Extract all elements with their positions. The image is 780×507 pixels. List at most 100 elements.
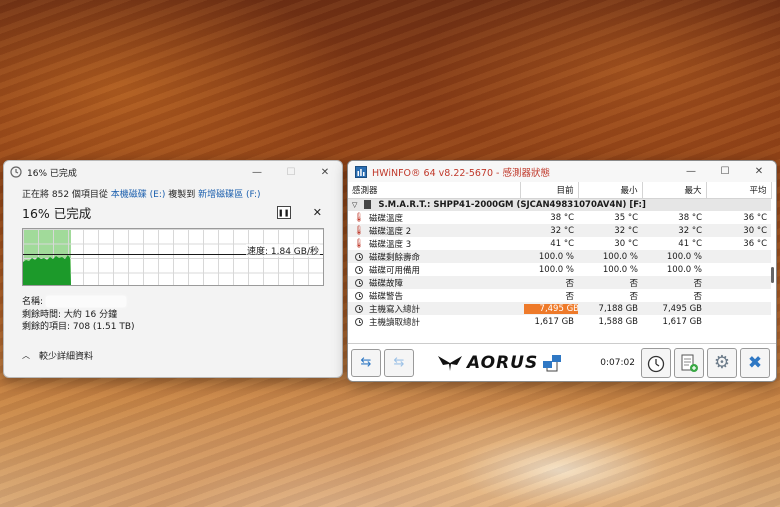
- sensor-name: 主機寫入總計: [369, 304, 421, 315]
- sensor-name: 磁碟溫度 3: [369, 239, 412, 250]
- table-row[interactable]: 🌡 磁碟溫度 38 °C 35 °C 38 °C 36 °C: [348, 211, 771, 224]
- expand-arrows-button[interactable]: ⇆: [351, 348, 381, 377]
- clock-icon: [355, 317, 363, 326]
- collapse-chevron-icon[interactable]: ▽: [352, 201, 357, 209]
- hwinfo-maximize-button[interactable]: ☐: [708, 161, 742, 183]
- status-prefix: 正在將 852 個項目從: [22, 190, 108, 200]
- hwinfo-close-button[interactable]: ✕: [742, 161, 776, 183]
- table-row[interactable]: 磁碟可用備用 100.0 % 100.0 % 100.0 %: [348, 263, 771, 276]
- disk-icon: [364, 199, 372, 209]
- clock-icon: [355, 304, 363, 313]
- sensor-min: 否: [578, 276, 642, 289]
- aorus-logo: AORUS: [437, 353, 538, 373]
- aorus-wordmark: AORUS: [467, 352, 539, 373]
- pause-button[interactable]: ❚❚: [276, 206, 291, 219]
- sensor-current: 否: [520, 276, 578, 289]
- collapse-arrows-button[interactable]: ⇆: [384, 348, 414, 377]
- gear-icon: ⚙: [713, 352, 731, 373]
- hwinfo-toolbar: ⇆ ⇆ AORUS 0:07:02 ⚙ ✖: [348, 343, 776, 381]
- highlighted-current-value: 7,495 GB: [524, 303, 578, 314]
- sensor-min: 100.0 %: [602, 264, 638, 275]
- close-button[interactable]: ✕: [308, 161, 342, 183]
- sensor-max: 100.0 %: [642, 250, 706, 263]
- sensor-min: 7,188 GB: [578, 302, 642, 315]
- stopwatch-icon: [647, 355, 665, 372]
- sensor-group-name: S.M.A.R.T.: SHPP41-2000GM (SJCAN49831070…: [378, 199, 646, 210]
- sensor-current: 100.0 %: [538, 264, 574, 275]
- sensor-name: 磁碟溫度: [369, 213, 404, 224]
- hwinfo-window: HWiNFO® 64 v8.22-5670 - 感測器狀態 — ☐ ✕ 感測器 …: [347, 160, 777, 382]
- sensor-max: 否: [693, 291, 702, 302]
- table-row[interactable]: 磁碟故障 否 否 否: [348, 276, 771, 289]
- thermometer-icon: 🌡: [353, 225, 365, 236]
- table-row[interactable]: 主機寫入總計 7,495 GB 7,188 GB 7,495 GB: [348, 302, 771, 315]
- source-link[interactable]: 本機磁碟 (E:): [111, 190, 166, 200]
- clock-icon: [355, 291, 363, 300]
- close-x-icon: ✖: [747, 352, 763, 373]
- sensor-name: 磁碟溫度 2: [369, 226, 412, 237]
- fewer-details-toggle[interactable]: ︿ 較少詳細資料: [22, 349, 324, 362]
- copy-titlebar: 16% 已完成 — ☐ ✕: [4, 161, 342, 183]
- hwinfo-titlebar: HWiNFO® 64 v8.22-5670 - 感測器狀態 — ☐ ✕: [348, 161, 776, 182]
- sensor-current: 否: [565, 291, 574, 302]
- sensor-max: 32 °C: [642, 224, 706, 237]
- clock-icon: [355, 278, 363, 287]
- sensor-name: 磁碟故障: [369, 278, 404, 289]
- maximize-button[interactable]: ☐: [274, 161, 308, 183]
- sensor-min: 35 °C: [614, 212, 638, 223]
- aorus-eagle-icon: [438, 355, 462, 371]
- sensor-avg: 30 °C: [706, 224, 771, 237]
- sensor-max: 100.0 %: [666, 264, 702, 275]
- sensor-current: 100.0 %: [520, 250, 578, 263]
- table-row[interactable]: 磁碟剩餘壽命 100.0 % 100.0 % 100.0 %: [348, 250, 771, 263]
- destination-link[interactable]: 新增磁碟區 (F:): [198, 190, 260, 200]
- sensor-avg: 36 °C: [743, 238, 767, 249]
- double-arrow-icon: ⇆: [360, 355, 372, 370]
- report-add-icon: [681, 354, 698, 372]
- sensor-max: 38 °C: [678, 212, 702, 223]
- table-row[interactable]: 主機讀取總計 1,617 GB 1,588 GB 1,617 GB: [348, 315, 771, 328]
- sensor-table-header: 感測器 目前 最小 最大 平均: [348, 182, 772, 199]
- table-row[interactable]: 🌡 磁碟溫度 3 41 °C 30 °C 41 °C 36 °C: [348, 237, 771, 250]
- file-copy-dialog: 16% 已完成 — ☐ ✕ 正在將 852 個項目從 本機磁碟 (E:) 複製到…: [3, 160, 343, 378]
- sensor-current: 41 °C: [550, 238, 574, 249]
- col-header-current[interactable]: 目前: [520, 182, 579, 199]
- vertical-scrollbar[interactable]: [771, 267, 774, 283]
- sensor-max: 否: [642, 276, 706, 289]
- col-header-max[interactable]: 最大: [642, 182, 707, 199]
- thermometer-icon: 🌡: [353, 238, 365, 249]
- copy-info: 名稱: 剩餘時間: 大約 16 分鐘 剩餘的項目: 708 (1.51 TB): [22, 296, 324, 334]
- double-arrow-faded-icon: ⇆: [393, 355, 405, 370]
- add-report-button[interactable]: [674, 347, 704, 378]
- sensor-min: 1,588 GB: [598, 316, 638, 327]
- sensor-current: 1,617 GB: [534, 316, 574, 327]
- close-sensors-button[interactable]: ✖: [740, 347, 770, 378]
- col-header-avg[interactable]: 平均: [706, 182, 772, 199]
- clock-icon: [355, 252, 363, 261]
- sensor-avg: [706, 302, 771, 315]
- sensor-name: 磁碟警告: [369, 291, 404, 302]
- sensor-min: 否: [629, 291, 638, 302]
- col-header-min[interactable]: 最小: [578, 182, 643, 199]
- minimize-button[interactable]: —: [240, 161, 274, 183]
- sensor-avg: [706, 289, 771, 302]
- hwinfo-minimize-button[interactable]: —: [674, 161, 708, 183]
- sensor-avg: [706, 263, 771, 276]
- copy-window-title: 16% 已完成: [27, 168, 77, 179]
- hwinfo-app-icon: [355, 165, 367, 178]
- col-header-sensor[interactable]: 感測器: [348, 182, 521, 199]
- sensor-group-row[interactable]: ▽ S.M.A.R.T.: SHPP41-2000GM (SJCAN498310…: [348, 198, 771, 211]
- cancel-copy-button[interactable]: ✕: [313, 206, 322, 219]
- sensor-avg: [706, 276, 771, 289]
- network-icon[interactable]: [541, 352, 563, 374]
- file-name-redacted: [45, 296, 126, 307]
- clock-reset-button[interactable]: [641, 347, 671, 378]
- fewer-details-label: 較少詳細資料: [39, 351, 94, 362]
- copy-status-line: 正在將 852 個項目從 本機磁碟 (E:) 複製到 新增磁碟區 (F:): [22, 187, 324, 200]
- table-row[interactable]: 磁碟警告 否 否 否: [348, 289, 771, 302]
- sensor-min: 100.0 %: [578, 250, 642, 263]
- settings-button[interactable]: ⚙: [707, 347, 737, 378]
- table-row[interactable]: 🌡 磁碟溫度 2 32 °C 32 °C 32 °C 30 °C: [348, 224, 771, 237]
- sensor-avg: 36 °C: [743, 212, 767, 223]
- transfer-speed-graph: 速度: 1.84 GB/秒: [22, 228, 324, 286]
